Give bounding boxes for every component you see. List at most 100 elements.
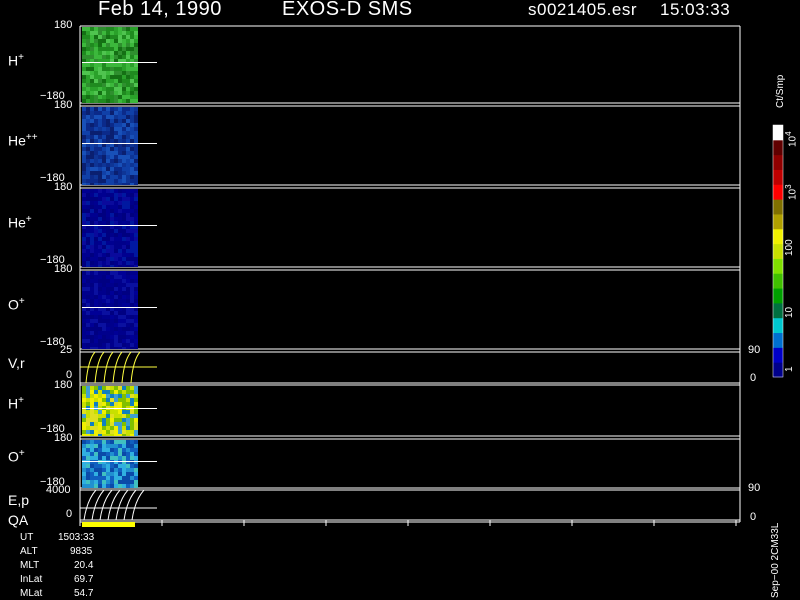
heat-cell-o-plus-2 [82,456,86,460]
heat-cell-he-plus [86,221,90,225]
heat-cell-o-plus [82,335,86,339]
heat-cell-o-plus [122,271,126,275]
heat-cell-h-plus-2 [98,402,102,406]
heat-cell-h-plus [98,83,102,87]
heat-cell-o-plus-2 [82,472,86,476]
heat-cell-h-plus [118,51,122,55]
heat-cell-he-pp [86,127,90,131]
heat-cell-h-plus-2 [134,426,138,430]
label-he-plus: He+ [8,214,32,231]
heat-cell-o-plus [126,347,130,349]
heat-cell-o-plus [90,271,94,275]
heat-cell-h-plus-2 [110,390,114,394]
heat-cell-h-plus-2 [110,418,114,422]
heat-cell-he-pp [118,127,122,131]
heat-cell-h-plus [114,63,118,67]
heat-cell-he-pp [122,127,126,131]
heat-cell-h-plus-2 [114,426,118,430]
heat-cell-he-pp [118,171,122,175]
heat-cell-h-plus [110,63,114,67]
heat-cell-o-plus [122,295,126,299]
heat-cell-h-plus-2 [102,390,106,394]
heat-cell-he-pp [106,159,110,163]
heat-cell-h-plus [102,31,106,35]
heat-cell-he-pp [94,167,98,171]
heat-cell-o-plus-2 [102,440,106,444]
heat-cell-o-plus [134,291,138,295]
heat-cell-h-plus [114,39,118,43]
heat-cell-he-pp [110,111,114,115]
heat-cell-h-plus [130,99,134,103]
heat-cell-o-plus [130,331,134,335]
heat-cell-o-plus-2 [130,476,134,480]
heat-cell-he-plus [106,213,110,217]
heat-cell-he-pp [86,179,90,183]
heat-cell-h-plus [86,31,90,35]
heat-cell-h-plus-2 [130,402,134,406]
heat-cell-o-plus-2 [102,484,106,488]
heat-cell-o-plus-2 [118,444,122,448]
heat-cell-he-plus [130,201,134,205]
heat-cell-o-plus [98,271,102,275]
heat-cell-h-plus [102,91,106,95]
heat-cell-he-pp [106,179,110,183]
heat-cell-h-plus-2 [134,394,138,398]
heat-cell-he-pp [90,111,94,115]
heat-cell-h-plus [114,51,118,55]
heat-cell-o-plus-2 [122,464,126,468]
spectrogram-panels [79,25,784,527]
heat-cell-h-plus-2 [82,386,86,390]
heat-cell-h-plus-2 [94,434,98,436]
heat-cell-o-plus [130,283,134,287]
heat-cell-h-plus [90,55,94,59]
heat-cell-h-plus-2 [86,410,90,414]
heat-cell-o-plus [90,347,94,349]
heat-cell-he-pp [122,183,126,185]
heat-cell-he-plus [86,213,90,217]
heat-cell-he-plus [82,253,86,257]
heat-cell-he-plus [114,189,118,193]
heat-cell-he-plus [106,237,110,241]
heat-cell-o-plus [98,291,102,295]
heat-cell-he-pp [126,111,130,115]
heat-cell-h-plus [82,55,86,59]
label-he-pp: He++ [8,132,38,149]
heat-cell-o-plus [122,339,126,343]
heat-cell-h-plus [86,67,90,71]
heat-cell-he-pp [126,167,130,171]
heat-cell-o-plus [94,311,98,315]
heat-cell-h-plus-2 [82,422,86,426]
heat-cell-o-plus-2 [118,440,122,444]
heat-cell-he-plus [102,217,106,221]
heat-cell-h-plus [98,71,102,75]
heat-cell-he-plus [134,189,138,193]
heat-cell-o-plus [86,299,90,303]
heat-cell-he-plus [102,197,106,201]
heat-cell-o-plus [90,323,94,327]
heat-cell-he-plus [122,257,126,261]
heat-cell-o-plus [122,327,126,331]
heat-cell-o-plus [114,335,118,339]
heat-cell-he-pp [110,107,114,111]
heat-cell-h-plus [126,27,130,31]
heat-cell-he-plus [102,221,106,225]
heat-cell-h-plus [86,99,90,103]
ep-trace [91,489,105,521]
heat-cell-he-plus [118,245,122,249]
heat-cell-o-plus-2 [106,476,110,480]
heat-cell-he-pp [94,147,98,151]
heat-cell-h-plus [106,35,110,39]
heat-cell-he-plus [86,217,90,221]
heat-cell-o-plus-2 [98,464,102,468]
heat-cell-h-plus [126,67,130,71]
heat-cell-h-plus [122,51,126,55]
heat-cell-h-plus-2 [98,434,102,436]
heat-cell-he-plus [122,265,126,267]
heat-cell-he-pp [122,151,126,155]
heat-cell-he-plus [86,249,90,253]
heat-cell-he-pp [114,127,118,131]
heat-cell-h-plus-2 [114,390,118,394]
label-o-plus-2: O+ [8,448,25,465]
heat-cell-h-plus [122,31,126,35]
heat-cell-he-pp [82,151,86,155]
